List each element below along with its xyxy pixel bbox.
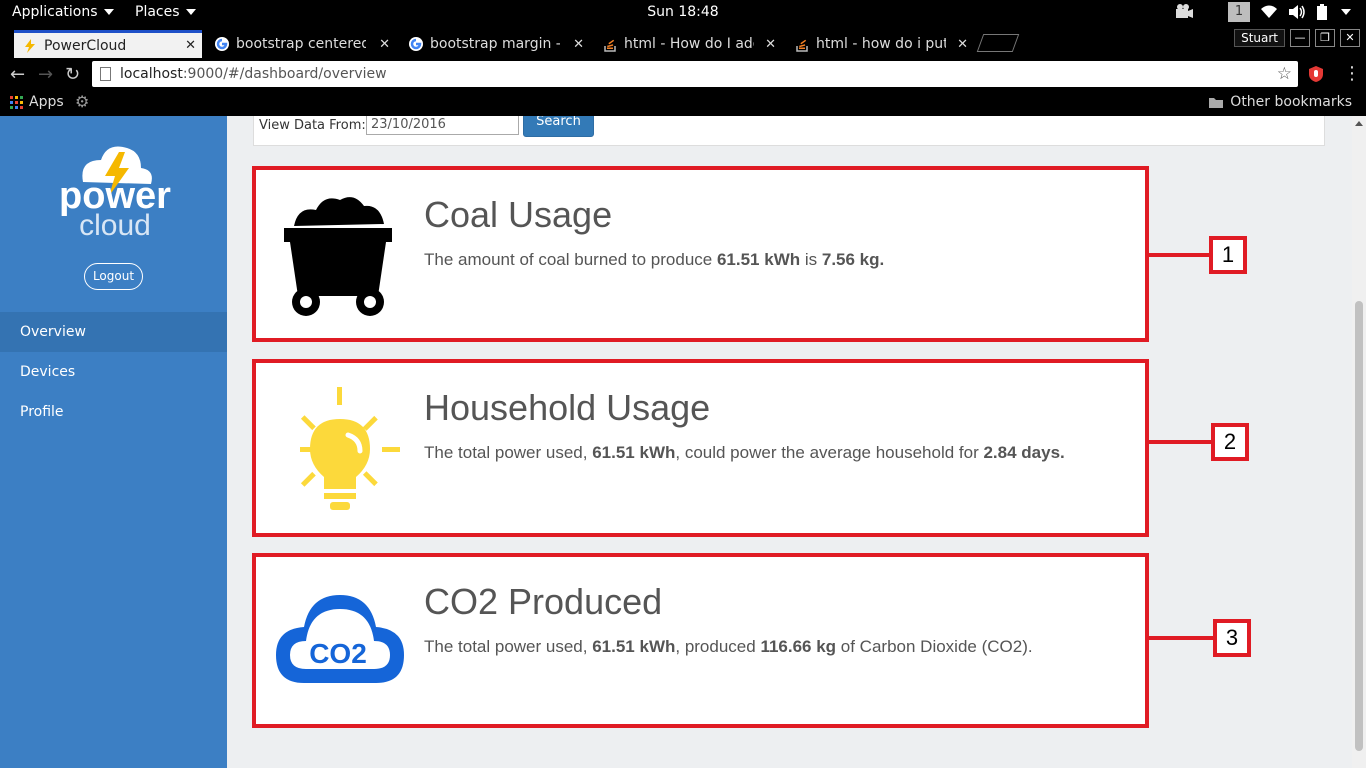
sidebar-item-profile[interactable]: Profile <box>0 392 227 432</box>
main-content: View Data From: 23/10/2016 Search Coal U… <box>227 116 1352 768</box>
applications-menu-label: Applications <box>12 4 98 20</box>
close-icon[interactable]: ✕ <box>765 37 776 52</box>
lightbulb-icon <box>300 387 400 510</box>
places-menu[interactable]: Places <box>135 4 196 20</box>
new-tab-button[interactable] <box>976 34 1020 52</box>
sidebar-item-devices[interactable]: Devices <box>0 352 227 392</box>
stackoverflow-icon <box>604 39 616 52</box>
card-title: Household Usage <box>424 387 711 428</box>
folder-icon <box>1209 97 1224 108</box>
google-icon <box>215 37 229 51</box>
co2-produced-card: CO2 CO2 Produced The total power used, 6… <box>252 553 1149 728</box>
date-filter-panel: View Data From: 23/10/2016 Search <box>253 116 1325 146</box>
google-icon <box>409 37 423 51</box>
gnome-top-bar: Applications Places Sun 18:48 1 <box>0 0 1366 26</box>
camera-icon[interactable] <box>1174 4 1194 20</box>
date-input[interactable]: 23/10/2016 <box>366 116 519 135</box>
page-icon <box>100 67 111 81</box>
coal-usage-card: Coal Usage The amount of coal burned to … <box>252 166 1149 342</box>
logout-button[interactable]: Logout <box>84 263 143 290</box>
workspace-indicator[interactable]: 1 <box>1228 2 1250 22</box>
chevron-down-icon <box>185 9 196 15</box>
card-text: The total power used, 61.51 kWh, produce… <box>424 637 1033 656</box>
minimize-icon[interactable]: — <box>1290 29 1310 47</box>
chevron-down-icon[interactable] <box>1340 7 1352 17</box>
restore-icon[interactable]: ❐ <box>1315 29 1335 47</box>
date-filter-label: View Data From: <box>259 118 366 133</box>
co2-icon-label: CO2 <box>309 638 367 669</box>
scrollbar-thumb[interactable] <box>1355 301 1363 751</box>
reload-icon[interactable]: ↻ <box>65 64 80 85</box>
scroll-up-icon[interactable] <box>1355 121 1363 126</box>
tab-bootstrap-centered[interactable]: bootstrap centered i ✕ <box>206 30 396 58</box>
tab-bootstrap-margin[interactable]: bootstrap margin - G ✕ <box>400 30 590 58</box>
other-bookmarks[interactable]: Other bookmarks <box>1208 94 1352 110</box>
tab-title: bootstrap centered i <box>236 36 366 52</box>
annotation-marker-2: 2 <box>1211 423 1249 461</box>
lightning-icon <box>25 38 35 53</box>
apps-grid-icon <box>10 95 23 109</box>
tab-stackoverflow-1[interactable]: html - How do I add ✕ <box>594 30 782 58</box>
annotation-connector <box>1145 253 1209 257</box>
tab-title: html - How do I add <box>624 36 754 52</box>
close-icon[interactable]: ✕ <box>957 37 968 52</box>
apps-label: Apps <box>29 94 64 110</box>
address-bar[interactable]: localhost:9000/#/dashboard/overview ☆ <box>92 61 1298 87</box>
extension-icon[interactable] <box>1307 65 1325 83</box>
clock[interactable]: Sun 18:48 <box>0 4 1366 20</box>
annotation-connector <box>1147 440 1211 444</box>
apps-bookmark[interactable]: Apps <box>10 94 64 110</box>
sidebar-item-overview[interactable]: Overview <box>0 312 227 352</box>
sidebar: power cloud Logout Overview Devices Prof… <box>0 116 227 768</box>
back-icon[interactable]: ← <box>10 64 25 85</box>
stackoverflow-icon <box>796 39 808 52</box>
wifi-icon[interactable] <box>1260 5 1278 19</box>
card-title: CO2 Produced <box>424 581 663 622</box>
card-title: Coal Usage <box>424 194 613 235</box>
applications-menu[interactable]: Applications <box>12 4 114 20</box>
places-menu-label: Places <box>135 4 180 20</box>
close-icon[interactable]: ✕ <box>573 37 584 52</box>
tab-title: bootstrap margin - G <box>430 36 560 52</box>
co2-cloud-icon: CO2 <box>276 595 404 683</box>
battery-icon[interactable] <box>1316 3 1330 21</box>
gear-icon[interactable]: ⚙ <box>75 92 89 111</box>
volume-icon[interactable] <box>1288 4 1306 20</box>
profile-button[interactable]: Stuart <box>1234 29 1285 47</box>
tab-stackoverflow-2[interactable]: html - how do i put n ✕ <box>786 30 974 58</box>
chevron-down-icon <box>103 9 114 15</box>
close-icon[interactable]: ✕ <box>185 38 196 53</box>
close-icon[interactable]: ✕ <box>379 37 390 52</box>
system-tray: 1 <box>1174 2 1352 22</box>
tab-powercloud[interactable]: PowerCloud ✕ <box>14 30 202 58</box>
web-page: power cloud Logout Overview Devices Prof… <box>0 116 1366 768</box>
annotation-connector <box>1149 636 1213 640</box>
household-usage-card: Household Usage The total power used, 61… <box>252 359 1149 537</box>
search-button[interactable]: Search <box>523 116 594 137</box>
annotation-marker-3: 3 <box>1213 619 1251 657</box>
browser-toolbar: ← → ↻ localhost:9000/#/dashboard/overvie… <box>0 58 1366 90</box>
url-path: :9000/#/dashboard/overview <box>182 66 387 82</box>
coal-cart-icon <box>284 197 392 316</box>
window-controls: Stuart — ❐ ✕ <box>1234 29 1360 47</box>
card-text: The total power used, 61.51 kWh, could p… <box>424 443 1065 462</box>
tab-strip: PowerCloud ✕ bootstrap centered i ✕ boot… <box>0 26 1366 58</box>
bookmark-star-icon[interactable]: ☆ <box>1277 61 1292 87</box>
tab-title: html - how do i put n <box>816 36 946 52</box>
card-text: The amount of coal burned to produce 61.… <box>424 250 885 269</box>
other-bookmarks-label: Other bookmarks <box>1230 94 1352 110</box>
logo-cloud-text: cloud <box>79 209 151 238</box>
bookmarks-bar: Apps ⚙ Other bookmarks <box>0 90 1366 116</box>
url-host: localhost <box>120 66 183 82</box>
chrome-menu-icon[interactable]: ⋮ <box>1343 63 1361 84</box>
page-scrollbar[interactable] <box>1352 116 1366 768</box>
close-icon[interactable]: ✕ <box>1340 29 1360 47</box>
tab-title: PowerCloud <box>44 37 127 54</box>
powercloud-logo: power cloud <box>59 146 171 238</box>
forward-icon[interactable]: → <box>38 64 53 85</box>
annotation-marker-1: 1 <box>1209 236 1247 274</box>
